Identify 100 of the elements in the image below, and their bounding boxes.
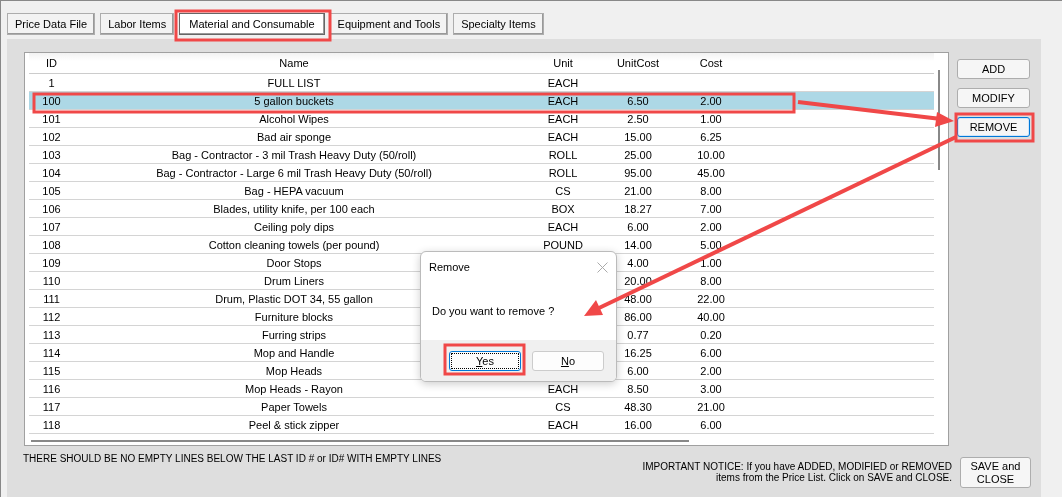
cost-cell: 21.00 xyxy=(697,400,725,413)
unit-cell: EACH xyxy=(547,382,579,395)
name-cell: Blades, utility knife, per 100 each xyxy=(213,202,375,215)
id-cell: 118 xyxy=(42,418,61,431)
column-header: UnitCost xyxy=(612,53,664,74)
unit-cost-cell: 6.00 xyxy=(627,220,649,233)
name-cell: Bag - Contractor - Large 6 mil Trash Heavy Duty (50/roll) xyxy=(156,166,432,179)
name-cell: Paper Towels xyxy=(261,400,327,413)
id-cell: 113 xyxy=(42,328,61,341)
id-cell: 101 xyxy=(42,112,61,125)
name-cell: Ceiling poly dips xyxy=(253,220,335,233)
unit-cost-cell: 2.50 xyxy=(627,112,649,125)
unit-cell: EACH xyxy=(547,94,579,107)
cost-cell: 3.00 xyxy=(700,382,722,395)
tab[interactable]: Material and Consumable xyxy=(179,13,325,35)
id-cell: 117 xyxy=(42,400,61,413)
name-cell: Cotton cleaning towels (per pound) xyxy=(208,238,380,251)
unit-cell: EACH xyxy=(547,130,579,143)
cost-cell: 22.00 xyxy=(697,292,725,305)
dialog-button[interactable]: Yes xyxy=(449,350,521,371)
unit-cost-cell: 18.27 xyxy=(624,202,652,215)
unit-cost-cell: 48.00 xyxy=(624,292,652,305)
name-cell: Drum Liners xyxy=(264,274,324,287)
unit-cost-cell: 4.00 xyxy=(627,256,649,269)
id-cell: 115 xyxy=(42,364,61,377)
cost-cell: 6.25 xyxy=(700,130,722,143)
id-cell: 103 xyxy=(42,148,61,161)
name-cell: FULL LIST xyxy=(267,76,321,89)
name-cell: 5 gallon buckets xyxy=(254,94,334,107)
unit-cost-cell: 21.00 xyxy=(624,184,652,197)
name-cell: Alcohol Wipes xyxy=(259,112,329,125)
unit-cell: CS xyxy=(555,184,571,197)
column-header: Unit xyxy=(514,53,612,74)
id-cell: 106 xyxy=(42,202,61,215)
tab[interactable]: Labor Items xyxy=(100,13,175,35)
cost-cell: 0.20 xyxy=(700,328,722,341)
unit-cost-cell: 8.50 xyxy=(627,382,649,395)
save-button[interactable]: SAVE and CLOSE xyxy=(960,457,1031,488)
action-button[interactable]: REMOVE xyxy=(957,117,1030,137)
notice-text: items from the Price List. Click on SAVE and CLOSE. xyxy=(716,472,952,483)
id-cell: 116 xyxy=(42,382,61,395)
cost-cell: 2.00 xyxy=(700,220,722,233)
table-row[interactable]: 100 5 gallon buckets EACH 6.50 2.00 xyxy=(29,91,934,110)
table-row[interactable]: 1 FULL LIST EACH xyxy=(29,73,934,92)
cost-cell: 2.00 xyxy=(700,94,722,107)
id-cell: 111 xyxy=(43,292,60,305)
cost-cell: 10.00 xyxy=(697,148,725,161)
unit-cell: EACH xyxy=(547,76,579,89)
table-row[interactable]: 103 Bag - Contractor - 3 mil Trash Heavy Duty (50/roll) ROLL 25.00 10.00 xyxy=(29,145,934,164)
id-cell: 112 xyxy=(42,310,61,323)
table-row[interactable]: 104 Bag - Contractor - Large 6 mil Trash Heavy Duty (50/roll) ROLL 95.00 45.00 xyxy=(29,163,934,182)
cost-cell: 2.00 xyxy=(700,364,722,377)
unit-cell: EACH xyxy=(547,418,579,431)
id-cell: 109 xyxy=(42,256,61,269)
table-row[interactable]: 105 Bag - HEPA vacuum CS 21.00 8.00 xyxy=(29,181,934,200)
name-cell: Bag - HEPA vacuum xyxy=(244,184,344,197)
tab[interactable]: Specialty Items xyxy=(453,13,544,35)
unit-cost-cell: 48.30 xyxy=(624,400,652,413)
unit-cost-cell: 16.25 xyxy=(624,346,652,359)
table-row[interactable]: 102 Bad air sponge EACH 15.00 6.25 xyxy=(29,127,934,146)
name-cell: Bag - Contractor - 3 mil Trash Heavy Duty (50/roll) xyxy=(171,148,417,161)
unit-cell: POUND xyxy=(543,238,583,251)
cost-cell: 5.00 xyxy=(700,238,722,251)
unit-cost-cell: 15.00 xyxy=(624,130,652,143)
table-row[interactable]: 107 Ceiling poly dips EACH 6.00 2.00 xyxy=(29,217,934,236)
id-cell: 114 xyxy=(42,346,61,359)
column-header: ID xyxy=(29,53,74,74)
unit-cost-cell: 14.00 xyxy=(624,238,652,251)
tab[interactable]: Equipment and Tools xyxy=(329,13,449,35)
id-cell: 108 xyxy=(42,238,61,251)
table-row[interactable]: 101 Alcohol Wipes EACH 2.50 1.00 xyxy=(29,109,934,128)
action-button[interactable]: MODIFY xyxy=(957,88,1030,108)
unit-cell: CS xyxy=(555,400,571,413)
cost-cell: 40.00 xyxy=(697,310,725,323)
cost-cell: 45.00 xyxy=(697,166,725,179)
column-header: Name xyxy=(74,53,514,74)
tab[interactable]: Price Data File xyxy=(7,13,96,35)
dialog-button[interactable]: No xyxy=(532,350,604,371)
cost-cell: 8.00 xyxy=(700,184,722,197)
name-cell: Door Stops xyxy=(266,256,322,269)
unit-cost-cell: 86.00 xyxy=(624,310,652,323)
unit-cell: ROLL xyxy=(548,148,578,161)
table-row[interactable]: 118 Peel & stick zipper EACH 16.00 6.00 xyxy=(29,415,934,434)
cost-cell: 8.00 xyxy=(700,274,722,287)
name-cell: Peel & stick zipper xyxy=(248,418,340,431)
action-button[interactable]: ADD xyxy=(957,59,1030,79)
name-cell: Drum, Plastic DOT 34, 55 gallon xyxy=(215,292,373,305)
name-cell: Mop and Handle xyxy=(253,346,335,359)
cost-cell: 6.00 xyxy=(700,346,722,359)
unit-cost-cell: 6.50 xyxy=(627,94,649,107)
name-cell: Furniture blocks xyxy=(254,310,334,323)
id-cell: 102 xyxy=(42,130,61,143)
unit-cost-cell: 0.77 xyxy=(627,328,649,341)
table-row[interactable]: 117 Paper Towels CS 48.30 21.00 xyxy=(29,397,934,416)
dialog-title: Remove xyxy=(429,261,470,273)
id-cell: 107 xyxy=(42,220,61,233)
table-row[interactable]: 106 Blades, utility knife, per 100 each BOX 18.27 7.00 xyxy=(29,199,934,218)
name-cell: Mop Heads xyxy=(265,364,323,377)
unit-cell: EACH xyxy=(547,220,579,233)
notice-text: IMPORTANT NOTICE: If you have ADDED, MODIFIED or REMOVED xyxy=(642,461,952,472)
